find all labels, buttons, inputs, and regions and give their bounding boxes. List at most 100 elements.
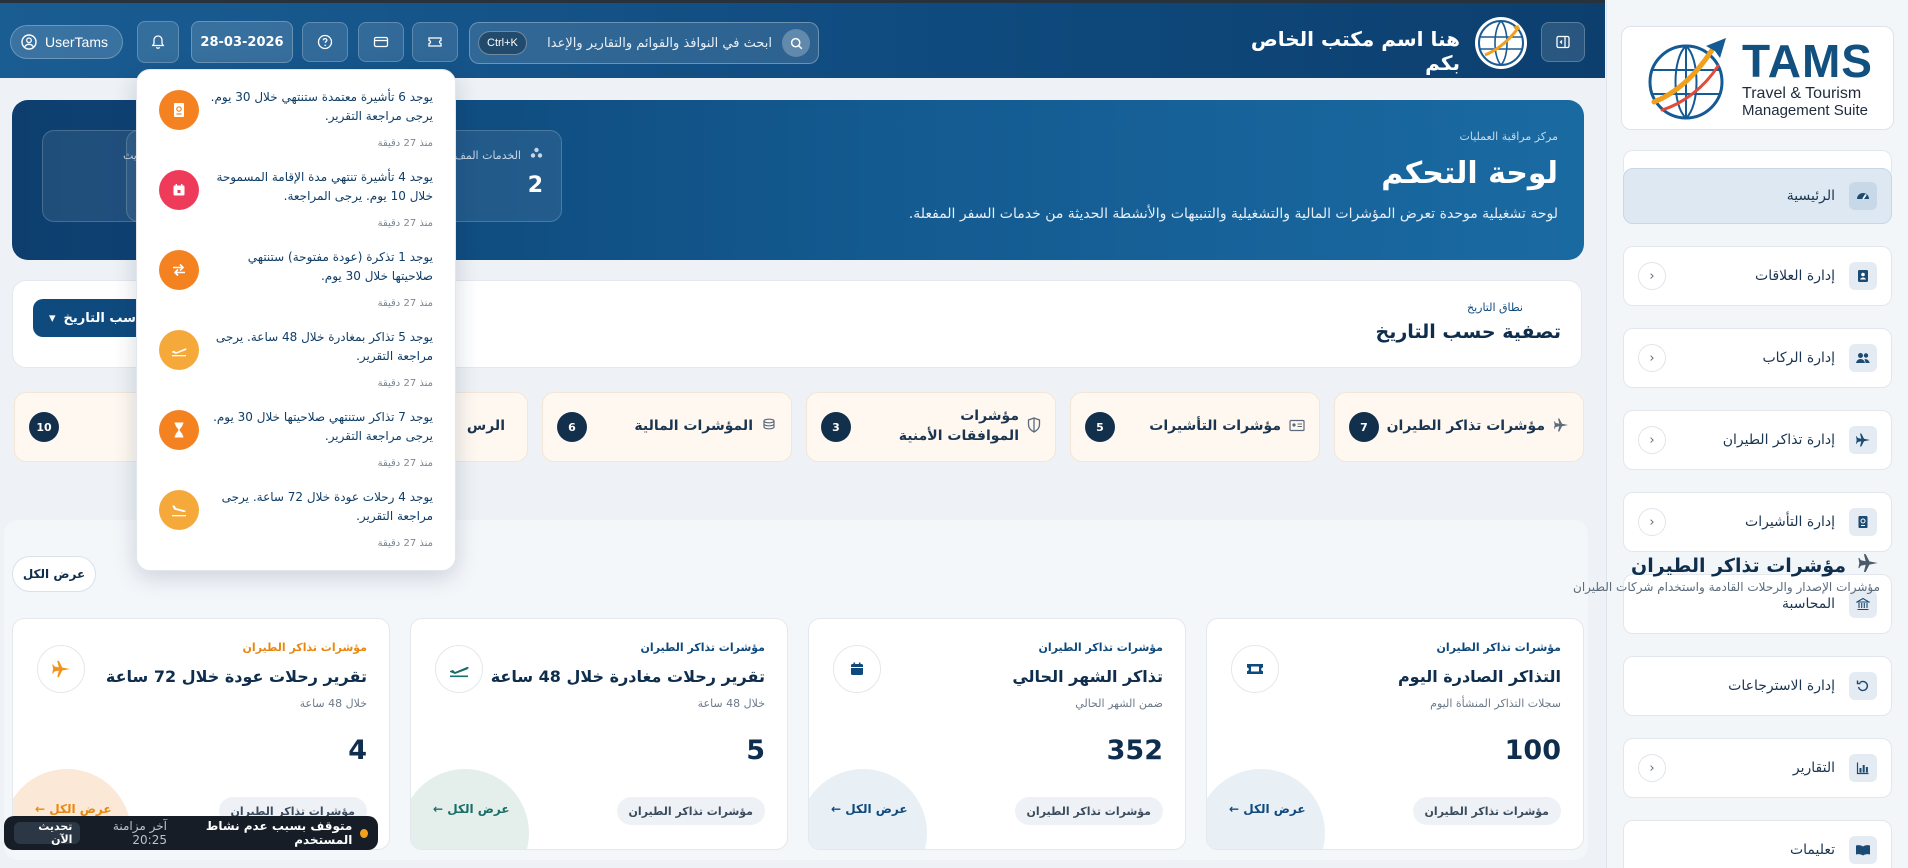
- sidebar-item-label: تعليمات: [1789, 842, 1835, 858]
- card-view-all-link[interactable]: عرض الكل ←: [433, 802, 510, 816]
- sidebar-item-label: إدارة الركاب: [1762, 350, 1835, 366]
- chevron-left-icon[interactable]: ‹: [1638, 754, 1666, 782]
- airplane-icon: [1849, 426, 1877, 454]
- card-value: 4: [348, 735, 367, 766]
- notifications-button[interactable]: [137, 21, 179, 63]
- sidebar-item-flight-tickets[interactable]: إدارة تذاكر الطيران ‹: [1623, 410, 1892, 470]
- credit-card-icon: [373, 36, 389, 48]
- shield-icon: [1027, 417, 1041, 437]
- ticket-icon: [1231, 645, 1279, 693]
- hourglass-icon: [159, 410, 199, 450]
- sidebar-item-passengers[interactable]: إدارة الركاب ‹: [1623, 328, 1892, 388]
- current-date[interactable]: 28-03-2026: [191, 21, 293, 63]
- category-flight-tickets[interactable]: مؤشرات تذاكر الطيران 7: [1334, 392, 1584, 462]
- arrow-left-icon: ←: [35, 802, 46, 816]
- brand-title: TAMS: [1742, 35, 1873, 87]
- sidebar-nav: الرئيسية إدارة العلاقات ‹ إدارة الركاب ‹…: [1619, 168, 1896, 868]
- top-bar: UserTams 28-03-2026 Ctrl+K هنا اسم مكتب …: [0, 0, 1605, 78]
- card-title: تذاكر الشهر الحالي: [1012, 667, 1163, 686]
- card-eyebrow: مؤشرات تذاكر الطيران: [242, 641, 367, 654]
- sidebar-item-label: المحاسبة: [1781, 596, 1835, 612]
- notification-item[interactable]: يوجد 6 تأشيرة معتمدة ستنتهي خلال 30 يوم.…: [137, 70, 455, 150]
- search-icon[interactable]: [782, 29, 810, 57]
- stat-card-current-month[interactable]: مؤشرات تذاكر الطيران تذاكر الشهر الحالي …: [808, 618, 1186, 850]
- refresh-now-button[interactable]: تحديث الآن: [14, 820, 81, 846]
- sync-status-text: متوقف بسبب عدم نشاط المستخدم: [205, 819, 353, 847]
- hero-stat-value: 2: [527, 173, 543, 198]
- sidebar-toggle-button[interactable]: [1541, 22, 1585, 62]
- notifications-dropdown: يوجد 6 تأشيرة معتمدة ستنتهي خلال 30 يوم.…: [136, 69, 456, 571]
- chevron-left-icon[interactable]: ‹: [1638, 344, 1666, 372]
- category-count: 7: [1349, 412, 1379, 442]
- services-icon: [530, 147, 543, 162]
- category-visas[interactable]: مؤشرات التأشيرات 5: [1070, 392, 1320, 462]
- ticket-shortcut-button[interactable]: [412, 22, 458, 62]
- date-range-label: نطاق التاريخ: [1466, 301, 1523, 314]
- sidebar-item-reports[interactable]: التقارير ‹: [1623, 738, 1892, 798]
- card-hint: ضمن الشهر الحالي: [1075, 697, 1163, 710]
- category-count: 5: [1085, 412, 1115, 442]
- hero-subtitle: مركز مراقبة العمليات: [1459, 130, 1559, 143]
- sidebar-item-help[interactable]: تعليمات: [1623, 820, 1892, 868]
- sidebar-collapse-icon: [1556, 35, 1570, 49]
- office-logo: [1475, 17, 1527, 69]
- user-circle-icon: [21, 34, 37, 50]
- undo-icon: [1849, 672, 1877, 700]
- notification-item[interactable]: يوجد 7 تذاكر ستنتهي صلاحيتها خلال 30 يوم…: [137, 390, 455, 470]
- chart-icon: [1849, 754, 1877, 782]
- card-view-all-link[interactable]: عرض الكل ←: [35, 802, 112, 816]
- card-title: تقرير رحلات عودة خلال 72 ساعة: [105, 667, 367, 686]
- notification-time: منذ 27 دقيقة: [377, 538, 433, 549]
- notification-item[interactable]: يوجد 1 تذكرة (عودة مفتوحة) ستنتهي صلاحيت…: [137, 230, 455, 310]
- calendar-icon: [833, 645, 881, 693]
- chevron-left-icon[interactable]: ‹: [1638, 508, 1666, 536]
- card-eyebrow: مؤشرات تذاكر الطيران: [1038, 641, 1163, 654]
- help-button[interactable]: [302, 22, 348, 62]
- notification-item[interactable]: يوجد 5 تذاكر بمغادرة خلال 48 ساعة. يرجى …: [137, 310, 455, 390]
- user-menu-button[interactable]: UserTams: [10, 25, 124, 59]
- card-view-all-link[interactable]: عرض الكل ←: [831, 802, 908, 816]
- notification-item[interactable]: يوجد 4 تأشيرة تنتهي مدة الإقامة المسموحة…: [137, 150, 455, 230]
- status-dot-icon: [360, 828, 368, 838]
- global-search[interactable]: Ctrl+K: [469, 22, 819, 64]
- stat-card-departures-48h[interactable]: مؤشرات تذاكر الطيران تقرير رحلات مغادرة …: [410, 618, 788, 850]
- category-label: مؤشرات التأشيرات: [1149, 418, 1281, 435]
- passport-icon: [1849, 508, 1877, 536]
- notification-time: منذ 27 دقيقة: [377, 218, 433, 229]
- calendar-icon: [159, 170, 199, 210]
- brand-subtitle: Travel & Tourism: [1742, 85, 1862, 102]
- chevron-left-icon[interactable]: ‹: [1638, 426, 1666, 454]
- id-card-icon: [1289, 419, 1305, 436]
- card-hint: سجلات التذاكر المنشأة اليوم: [1430, 697, 1561, 710]
- card-value: 100: [1504, 735, 1561, 766]
- notification-message: يوجد 4 تأشيرة تنتهي مدة الإقامة المسموحة…: [216, 170, 433, 204]
- hero-stat-label: الخدمات المف: [454, 149, 521, 162]
- sidebar: TAMS Travel & Tourism Management Suite ا…: [1606, 0, 1908, 868]
- category-financial[interactable]: المؤشرات المالية 6: [542, 392, 792, 462]
- chevron-left-icon[interactable]: ‹: [1638, 262, 1666, 290]
- last-sync-text: آخر مزامنة 20:25: [112, 819, 167, 847]
- sidebar-item-visas[interactable]: إدارة التأشيرات ‹: [1623, 492, 1892, 552]
- contact-book-icon: [1849, 262, 1877, 290]
- notification-time: منذ 27 دقيقة: [377, 138, 433, 149]
- category-security-approvals[interactable]: مؤشرات الموافقات الأمنية 3: [806, 392, 1056, 462]
- card-tag: مؤشرات تذاكر الطيران: [616, 797, 765, 825]
- user-name: UserTams: [45, 34, 109, 50]
- sidebar-item-home[interactable]: الرئيسية: [1623, 168, 1892, 224]
- users-icon: [1849, 344, 1877, 372]
- view-all-button[interactable]: عرض الكل: [12, 556, 96, 592]
- payments-button[interactable]: [358, 22, 404, 62]
- brand-logo[interactable]: TAMS Travel & Tourism Management Suite: [1621, 26, 1894, 130]
- sidebar-item-label: إدارة العلاقات: [1755, 268, 1835, 284]
- card-view-all-link[interactable]: عرض الكل ←: [1229, 802, 1306, 816]
- notification-time: منذ 27 دقيقة: [377, 378, 433, 389]
- search-input[interactable]: [536, 35, 772, 51]
- notification-time: منذ 27 دقيقة: [377, 298, 433, 309]
- notification-item[interactable]: يوجد 4 رحلات عودة خلال 72 ساعة. يرجى مرا…: [137, 470, 455, 550]
- notification-message: يوجد 7 تذاكر ستنتهي صلاحيتها خلال 30 يوم…: [213, 410, 433, 444]
- notification-message: يوجد 1 تذكرة (عودة مفتوحة) ستنتهي صلاحيت…: [247, 250, 433, 284]
- card-tag: مؤشرات تذاكر الطيران: [1014, 797, 1163, 825]
- sidebar-item-refunds[interactable]: إدارة الاسترجاعات: [1623, 656, 1892, 716]
- stat-card-tickets-today[interactable]: مؤشرات تذاكر الطيران التذاكر الصادرة الي…: [1206, 618, 1584, 850]
- sidebar-item-relations[interactable]: إدارة العلاقات ‹: [1623, 246, 1892, 306]
